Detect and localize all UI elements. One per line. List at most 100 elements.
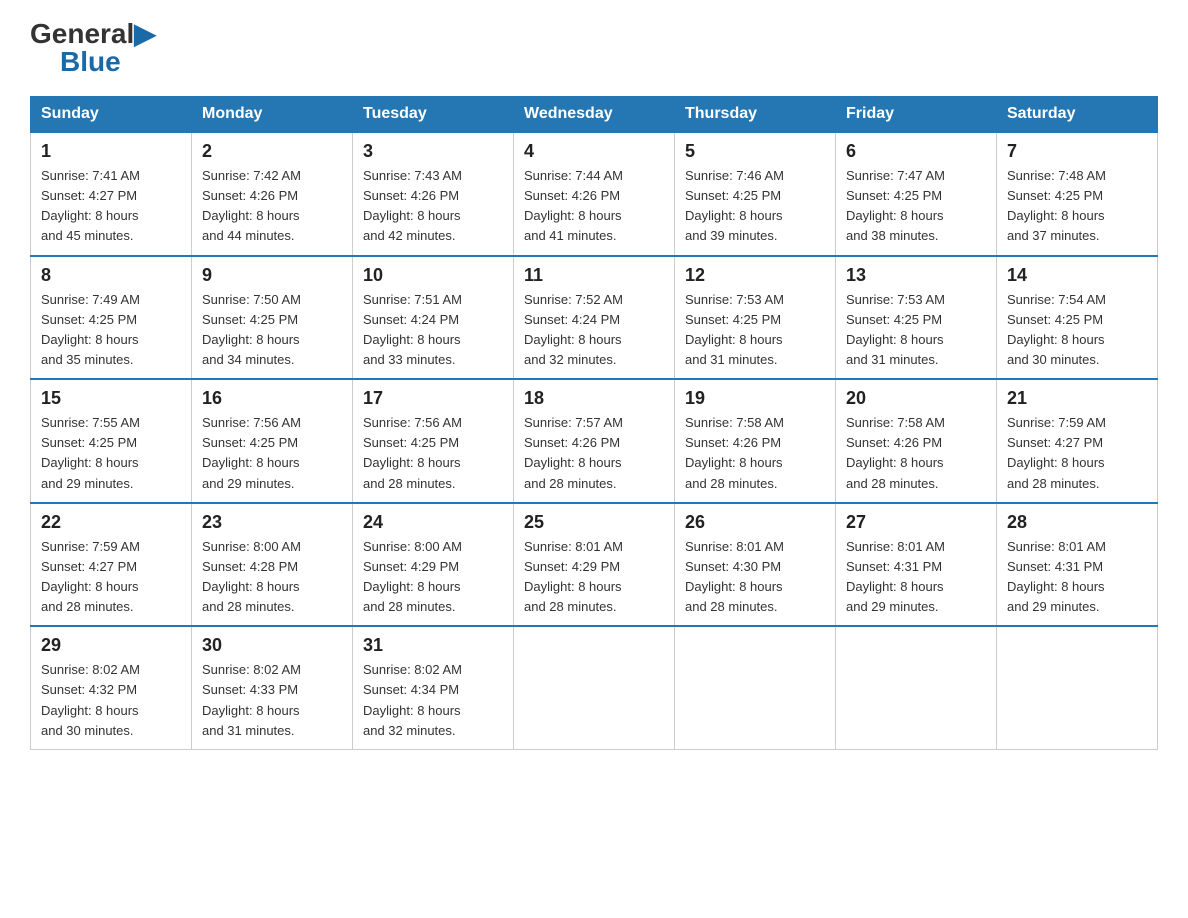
calendar-cell: 28 Sunrise: 8:01 AMSunset: 4:31 PMDaylig…: [997, 503, 1158, 627]
calendar-cell: 9 Sunrise: 7:50 AMSunset: 4:25 PMDayligh…: [192, 256, 353, 380]
calendar-week-row: 22 Sunrise: 7:59 AMSunset: 4:27 PMDaylig…: [31, 503, 1158, 627]
day-number: 29: [41, 635, 181, 656]
day-info: Sunrise: 7:49 AMSunset: 4:25 PMDaylight:…: [41, 292, 140, 367]
calendar-cell: 31 Sunrise: 8:02 AMSunset: 4:34 PMDaylig…: [353, 626, 514, 749]
calendar-header-row: SundayMondayTuesdayWednesdayThursdayFrid…: [31, 97, 1158, 133]
day-info: Sunrise: 8:02 AMSunset: 4:32 PMDaylight:…: [41, 662, 140, 737]
day-info: Sunrise: 7:44 AMSunset: 4:26 PMDaylight:…: [524, 168, 623, 243]
calendar-cell: 11 Sunrise: 7:52 AMSunset: 4:24 PMDaylig…: [514, 256, 675, 380]
day-number: 8: [41, 265, 181, 286]
day-info: Sunrise: 7:50 AMSunset: 4:25 PMDaylight:…: [202, 292, 301, 367]
day-info: Sunrise: 7:59 AMSunset: 4:27 PMDaylight:…: [41, 539, 140, 614]
calendar-week-row: 15 Sunrise: 7:55 AMSunset: 4:25 PMDaylig…: [31, 379, 1158, 503]
calendar-cell: 16 Sunrise: 7:56 AMSunset: 4:25 PMDaylig…: [192, 379, 353, 503]
day-number: 12: [685, 265, 825, 286]
day-info: Sunrise: 7:56 AMSunset: 4:25 PMDaylight:…: [363, 415, 462, 490]
calendar-week-row: 8 Sunrise: 7:49 AMSunset: 4:25 PMDayligh…: [31, 256, 1158, 380]
day-info: Sunrise: 7:52 AMSunset: 4:24 PMDaylight:…: [524, 292, 623, 367]
day-number: 3: [363, 141, 503, 162]
col-header-sunday: Sunday: [31, 97, 192, 133]
day-number: 7: [1007, 141, 1147, 162]
day-number: 22: [41, 512, 181, 533]
col-header-monday: Monday: [192, 97, 353, 133]
day-number: 13: [846, 265, 986, 286]
day-info: Sunrise: 7:58 AMSunset: 4:26 PMDaylight:…: [846, 415, 945, 490]
day-info: Sunrise: 7:55 AMSunset: 4:25 PMDaylight:…: [41, 415, 140, 490]
day-info: Sunrise: 8:01 AMSunset: 4:31 PMDaylight:…: [1007, 539, 1106, 614]
calendar-cell: 8 Sunrise: 7:49 AMSunset: 4:25 PMDayligh…: [31, 256, 192, 380]
day-number: 14: [1007, 265, 1147, 286]
day-info: Sunrise: 7:41 AMSunset: 4:27 PMDaylight:…: [41, 168, 140, 243]
day-info: Sunrise: 7:46 AMSunset: 4:25 PMDaylight:…: [685, 168, 784, 243]
calendar-cell: 2 Sunrise: 7:42 AMSunset: 4:26 PMDayligh…: [192, 132, 353, 256]
day-info: Sunrise: 8:02 AMSunset: 4:34 PMDaylight:…: [363, 662, 462, 737]
col-header-friday: Friday: [836, 97, 997, 133]
day-info: Sunrise: 7:54 AMSunset: 4:25 PMDaylight:…: [1007, 292, 1106, 367]
calendar-cell: 4 Sunrise: 7:44 AMSunset: 4:26 PMDayligh…: [514, 132, 675, 256]
calendar-cell: 26 Sunrise: 8:01 AMSunset: 4:30 PMDaylig…: [675, 503, 836, 627]
col-header-wednesday: Wednesday: [514, 97, 675, 133]
day-number: 10: [363, 265, 503, 286]
day-number: 11: [524, 265, 664, 286]
day-number: 25: [524, 512, 664, 533]
day-info: Sunrise: 8:01 AMSunset: 4:30 PMDaylight:…: [685, 539, 784, 614]
col-header-saturday: Saturday: [997, 97, 1158, 133]
day-info: Sunrise: 8:01 AMSunset: 4:31 PMDaylight:…: [846, 539, 945, 614]
logo-general-text: General▶: [30, 20, 156, 48]
day-number: 9: [202, 265, 342, 286]
calendar-cell: 10 Sunrise: 7:51 AMSunset: 4:24 PMDaylig…: [353, 256, 514, 380]
day-info: Sunrise: 7:47 AMSunset: 4:25 PMDaylight:…: [846, 168, 945, 243]
calendar-cell: 15 Sunrise: 7:55 AMSunset: 4:25 PMDaylig…: [31, 379, 192, 503]
calendar-cell: 22 Sunrise: 7:59 AMSunset: 4:27 PMDaylig…: [31, 503, 192, 627]
day-number: 24: [363, 512, 503, 533]
day-number: 2: [202, 141, 342, 162]
calendar-cell: [997, 626, 1158, 749]
calendar-cell: 6 Sunrise: 7:47 AMSunset: 4:25 PMDayligh…: [836, 132, 997, 256]
day-number: 17: [363, 388, 503, 409]
day-number: 23: [202, 512, 342, 533]
calendar-cell: 21 Sunrise: 7:59 AMSunset: 4:27 PMDaylig…: [997, 379, 1158, 503]
calendar-cell: 3 Sunrise: 7:43 AMSunset: 4:26 PMDayligh…: [353, 132, 514, 256]
day-number: 15: [41, 388, 181, 409]
day-number: 4: [524, 141, 664, 162]
logo-blue-text: Blue: [60, 48, 121, 76]
day-info: Sunrise: 7:53 AMSunset: 4:25 PMDaylight:…: [685, 292, 784, 367]
day-number: 31: [363, 635, 503, 656]
logo: General▶ Blue: [30, 20, 156, 76]
calendar-cell: 7 Sunrise: 7:48 AMSunset: 4:25 PMDayligh…: [997, 132, 1158, 256]
calendar-cell: 27 Sunrise: 8:01 AMSunset: 4:31 PMDaylig…: [836, 503, 997, 627]
page-header: General▶ Blue: [30, 20, 1158, 76]
day-number: 1: [41, 141, 181, 162]
day-info: Sunrise: 8:02 AMSunset: 4:33 PMDaylight:…: [202, 662, 301, 737]
calendar-cell: 1 Sunrise: 7:41 AMSunset: 4:27 PMDayligh…: [31, 132, 192, 256]
day-info: Sunrise: 7:58 AMSunset: 4:26 PMDaylight:…: [685, 415, 784, 490]
col-header-thursday: Thursday: [675, 97, 836, 133]
day-number: 19: [685, 388, 825, 409]
calendar-cell: 29 Sunrise: 8:02 AMSunset: 4:32 PMDaylig…: [31, 626, 192, 749]
day-info: Sunrise: 8:00 AMSunset: 4:29 PMDaylight:…: [363, 539, 462, 614]
day-info: Sunrise: 7:57 AMSunset: 4:26 PMDaylight:…: [524, 415, 623, 490]
day-number: 20: [846, 388, 986, 409]
day-info: Sunrise: 7:56 AMSunset: 4:25 PMDaylight:…: [202, 415, 301, 490]
day-number: 27: [846, 512, 986, 533]
calendar-week-row: 1 Sunrise: 7:41 AMSunset: 4:27 PMDayligh…: [31, 132, 1158, 256]
calendar-week-row: 29 Sunrise: 8:02 AMSunset: 4:32 PMDaylig…: [31, 626, 1158, 749]
calendar-cell: [675, 626, 836, 749]
day-number: 6: [846, 141, 986, 162]
calendar-cell: 5 Sunrise: 7:46 AMSunset: 4:25 PMDayligh…: [675, 132, 836, 256]
calendar-cell: [836, 626, 997, 749]
day-info: Sunrise: 7:42 AMSunset: 4:26 PMDaylight:…: [202, 168, 301, 243]
calendar-cell: 23 Sunrise: 8:00 AMSunset: 4:28 PMDaylig…: [192, 503, 353, 627]
day-number: 18: [524, 388, 664, 409]
calendar-table: SundayMondayTuesdayWednesdayThursdayFrid…: [30, 96, 1158, 750]
day-info: Sunrise: 7:48 AMSunset: 4:25 PMDaylight:…: [1007, 168, 1106, 243]
calendar-cell: 24 Sunrise: 8:00 AMSunset: 4:29 PMDaylig…: [353, 503, 514, 627]
calendar-cell: 14 Sunrise: 7:54 AMSunset: 4:25 PMDaylig…: [997, 256, 1158, 380]
day-number: 30: [202, 635, 342, 656]
day-number: 28: [1007, 512, 1147, 533]
col-header-tuesday: Tuesday: [353, 97, 514, 133]
calendar-cell: 18 Sunrise: 7:57 AMSunset: 4:26 PMDaylig…: [514, 379, 675, 503]
day-info: Sunrise: 8:00 AMSunset: 4:28 PMDaylight:…: [202, 539, 301, 614]
day-number: 26: [685, 512, 825, 533]
day-number: 21: [1007, 388, 1147, 409]
